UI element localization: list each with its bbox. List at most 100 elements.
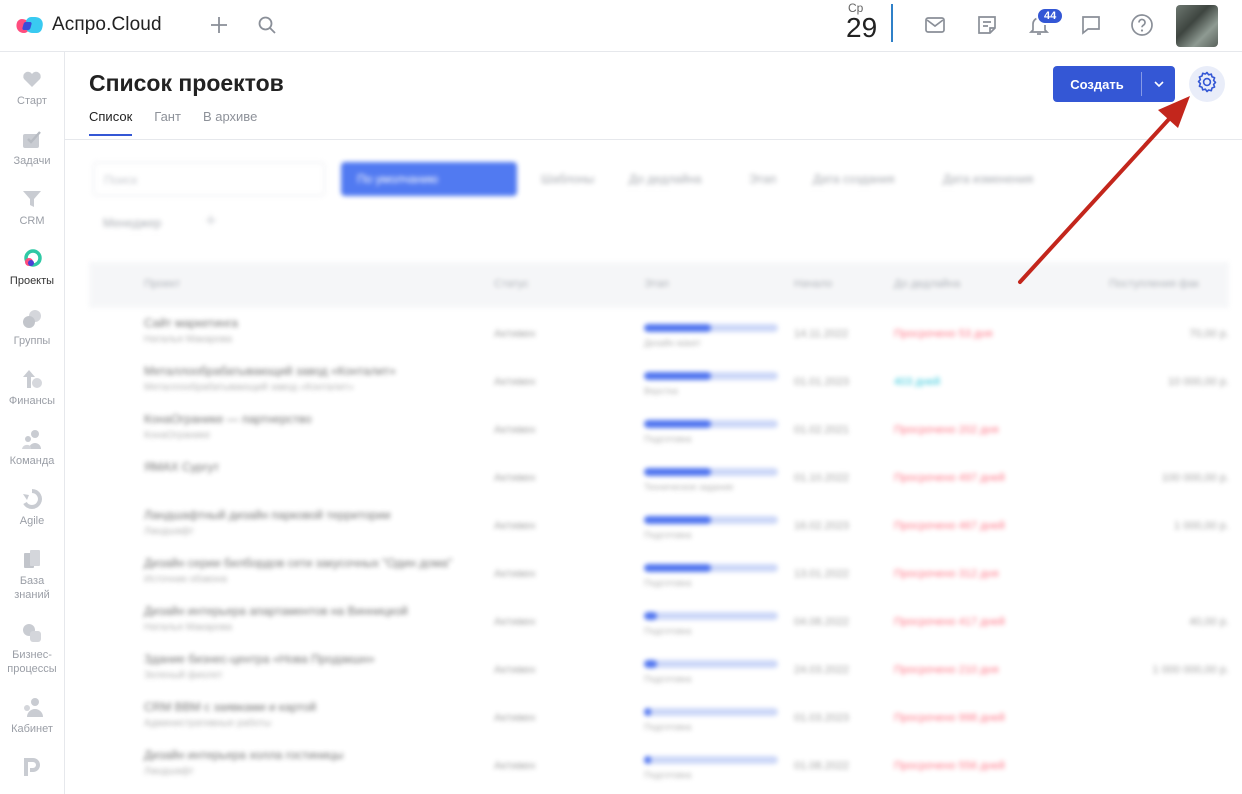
project-deadline: Просрочено 312 дня [894,568,999,580]
add-filter-icon[interactable]: + [205,210,217,233]
sidebar-item-team[interactable]: Команда [0,428,64,468]
user-avatar[interactable] [1176,5,1218,47]
project-name[interactable]: ЯМАХ Сургут [144,460,464,474]
sidebar-item-tasks[interactable]: Задачи [0,128,64,168]
project-status: Активен [494,568,536,580]
sidebar-item-knowledge-base[interactable]: База знаний [0,548,64,602]
project-name[interactable]: Дизайн интерьера апартаментов на Винницк… [144,604,464,618]
project-client: Металлообрабатывающий завод «Конталит» [144,382,354,393]
filter-chip[interactable]: До дедлайна [617,162,714,196]
project-name[interactable]: Сайт маркетинга [144,316,464,330]
column-header[interactable]: Статус [494,278,529,290]
project-client: Источник обзвона [144,574,227,585]
project-status: Активен [494,664,536,676]
table-row[interactable]: Ландшафтный дизайн парковой территории Ла… [89,502,1229,550]
progress-fill [644,660,658,668]
table-row[interactable]: Здание бизнес-центра «Нова Продакшн» Зеле… [89,646,1229,694]
table-row[interactable]: Дизайн интерьера апартаментов на Винницк… [89,598,1229,646]
project-start-date: 04.08.2022 [794,616,850,628]
sidebar-item-crm[interactable]: CRM [0,188,64,228]
sidebar-item-groups[interactable]: Группы [0,308,64,348]
project-client: Ландшафт [144,526,194,537]
sidebar-item-agile[interactable]: Agile [0,488,64,528]
sidebar: Старт Задачи CRM Проекты Группы Финансы … [0,52,65,794]
project-name[interactable]: КонаОгранике — партнерство [144,412,464,426]
project-name[interactable]: Металлообрабатывающий завод «Конталит» [144,364,464,378]
sidebar-item-label: Бизнес-процессы [7,649,57,675]
chevron-down-icon[interactable] [1142,78,1175,90]
tab-list[interactable]: Список [89,109,133,136]
tab-archive[interactable]: В архиве [203,109,257,136]
sidebar-item-business-processes[interactable]: Бизнес-процессы [0,622,64,676]
progress-bar [644,516,778,524]
project-name[interactable]: Ландшафтный дизайн парковой территории [144,508,464,522]
project-status: Активен [494,712,536,724]
column-header[interactable]: Поступления фак [1109,278,1199,290]
table-row[interactable]: Дизайн серии билбордов сети закусочных "… [89,550,1229,598]
table-row[interactable]: Металлообрабатывающий завод «Конталит» Ме… [89,358,1229,406]
progress-bar [644,708,778,716]
filter-chip[interactable]: Менеджер [91,206,174,240]
column-header[interactable]: Этап [644,278,669,290]
project-name[interactable]: CRM ВВМ с заявками и картой [144,700,464,714]
column-header[interactable]: До дедлайна [894,278,960,290]
sidebar-item-start[interactable]: Старт [0,68,64,108]
filter-button[interactable]: По умолчанию [341,162,517,196]
search-input[interactable]: Поиск [93,162,325,196]
project-client: Наталья Макарова [144,334,232,345]
team-icon [21,428,43,450]
project-client: Административные работы [144,718,272,729]
project-stage: Подготовка [644,674,692,684]
settings-button[interactable] [1189,66,1225,102]
project-deadline: Просрочено 497 дней [894,472,1005,484]
project-status: Активен [494,760,536,772]
progress-bar [644,612,778,620]
column-header[interactable]: Начало [794,278,832,290]
sidebar-item-label: Команда [9,455,55,467]
calendar-date[interactable]: Ср 29 [846,1,886,42]
notes-icon[interactable] [975,13,999,37]
sidebar-item-projects[interactable]: Проекты [0,248,64,288]
sidebar-item-label: Кабинет [11,723,53,735]
project-status: Активен [494,472,536,484]
table-row[interactable]: CRM ВВМ с заявками и картой Административ… [89,694,1229,742]
table-row[interactable]: ЯМАХ Сургут Активен Техническое задание 01.… [89,454,1229,502]
project-deadline: Просрочено 417 дней [894,616,1005,628]
plus-icon[interactable] [207,13,231,37]
sidebar-item-more[interactable] [0,756,64,782]
progress-fill [644,516,711,524]
project-name[interactable]: Дизайн серии билбордов сети закусочных "… [144,556,464,570]
filter-chip[interactable]: Дата изменения [931,162,1046,196]
search-icon[interactable] [255,13,279,37]
heart-icon [21,68,43,90]
project-status: Активен [494,376,536,388]
mail-icon[interactable] [923,13,947,37]
tabs-divider [65,139,1242,140]
table-row[interactable]: Сайт маркетинга Наталья Макарова Активен Ди… [89,310,1229,358]
project-deadline: Просрочено 556 дней [894,760,1005,772]
project-income: 100 000,00 р. [1161,472,1229,484]
app-logo[interactable]: Аспро.Cloud [14,14,162,36]
filter-chip[interactable]: Этап [737,162,789,196]
column-header[interactable]: Проект [144,278,180,290]
project-deadline: 403 дней [894,376,941,388]
cabinet-icon [21,696,43,718]
tab-gantt[interactable]: Гант [154,109,181,136]
help-icon[interactable] [1130,13,1154,37]
top-bar: Аспро.Cloud Ср 29 44 [0,0,1242,52]
sidebar-item-label: База знаний [14,575,50,601]
sidebar-item-label: Проекты [9,275,55,287]
create-button[interactable]: Создать [1053,66,1175,102]
progress-bar [644,660,778,668]
project-client: КонаОгранике [144,430,211,441]
chat-icon[interactable] [1079,13,1103,37]
sidebar-item-finance[interactable]: Финансы [0,368,64,408]
table-row[interactable]: КонаОгранике — партнерство КонаОгранике Ак… [89,406,1229,454]
project-name[interactable]: Дизайн интерьера холла гостиницы [144,748,464,762]
filter-chip[interactable]: Дата создания [801,162,907,196]
project-name[interactable]: Здание бизнес-центра «Нова Продакшн» [144,652,464,666]
progress-bar [644,468,778,476]
sidebar-item-cabinet[interactable]: Кабинет [0,696,64,736]
filter-chip[interactable]: Шаблоны [529,162,607,196]
table-row[interactable]: Дизайн интерьера холла гостиницы Ландшафт… [89,742,1229,790]
